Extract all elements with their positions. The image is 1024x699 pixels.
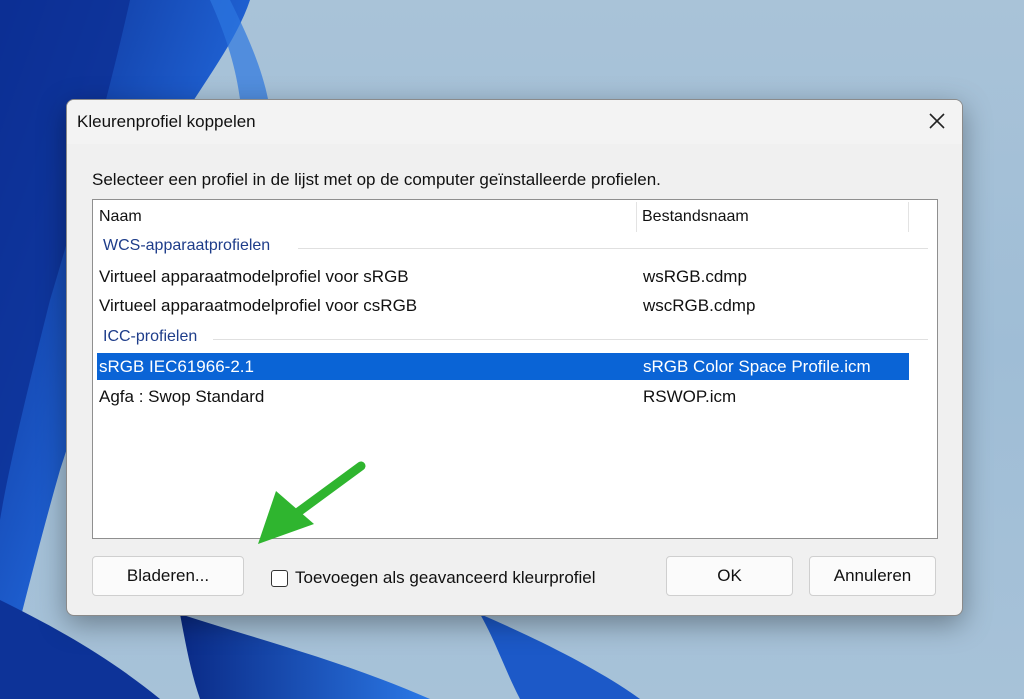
group-divider <box>298 248 928 249</box>
list-item[interactable]: Virtueel apparaatmodelprofiel voor csRGB… <box>97 292 909 319</box>
advanced-profile-option[interactable]: Toevoegen als geavanceerd kleurprofiel <box>271 566 596 590</box>
close-icon <box>929 113 945 129</box>
profile-filename: wscRGB.cdmp <box>643 296 756 315</box>
profile-filename: wsRGB.cdmp <box>643 267 747 286</box>
instruction-text: Selecteer een profiel in de lijst met op… <box>92 170 661 189</box>
profile-list[interactable]: Naam Bestandsnaam WCS-apparaatprofielen … <box>92 199 938 539</box>
color-profile-dialog: Kleurenprofiel koppelen Selecteer een pr… <box>66 99 963 616</box>
close-button[interactable] <box>920 106 954 136</box>
profile-name: Virtueel apparaatmodelprofiel voor csRGB <box>99 296 418 315</box>
ok-button[interactable]: OK <box>666 556 793 596</box>
list-item[interactable]: Agfa : Swop Standard RSWOP.icm <box>97 383 909 410</box>
profile-name: Agfa : Swop Standard <box>99 387 265 406</box>
group-header-wcs: WCS-apparaatprofielen <box>93 237 929 259</box>
dialog-title: Kleurenprofiel koppelen <box>77 112 256 131</box>
group-header-icc: ICC-profielen <box>93 328 929 350</box>
profile-name: sRGB IEC61966-2.1 <box>99 357 254 376</box>
profile-filename: RSWOP.icm <box>643 387 737 406</box>
column-separator[interactable] <box>636 202 637 232</box>
dialog-titlebar: Kleurenprofiel koppelen <box>67 100 962 144</box>
list-item-selected[interactable]: sRGB IEC61966-2.1 sRGB Color Space Profi… <box>97 353 909 380</box>
group-divider <box>213 339 928 340</box>
profile-name: Virtueel apparaatmodelprofiel voor sRGB <box>99 267 409 286</box>
advanced-profile-checkbox[interactable] <box>271 569 288 587</box>
column-header-filename[interactable]: Bestandsnaam <box>642 200 749 234</box>
group-label: ICC-profielen <box>103 328 202 346</box>
cancel-button[interactable]: Annuleren <box>809 556 936 596</box>
browse-button[interactable]: Bladeren... <box>92 556 244 596</box>
advanced-profile-label[interactable]: Toevoegen als geavanceerd kleurprofiel <box>295 568 596 588</box>
column-header-name[interactable]: Naam <box>99 200 142 234</box>
column-separator[interactable] <box>908 202 909 232</box>
list-item[interactable]: Virtueel apparaatmodelprofiel voor sRGB … <box>97 263 909 290</box>
group-label: WCS-apparaatprofielen <box>103 237 275 255</box>
profile-filename: sRGB Color Space Profile.icm <box>643 357 871 376</box>
